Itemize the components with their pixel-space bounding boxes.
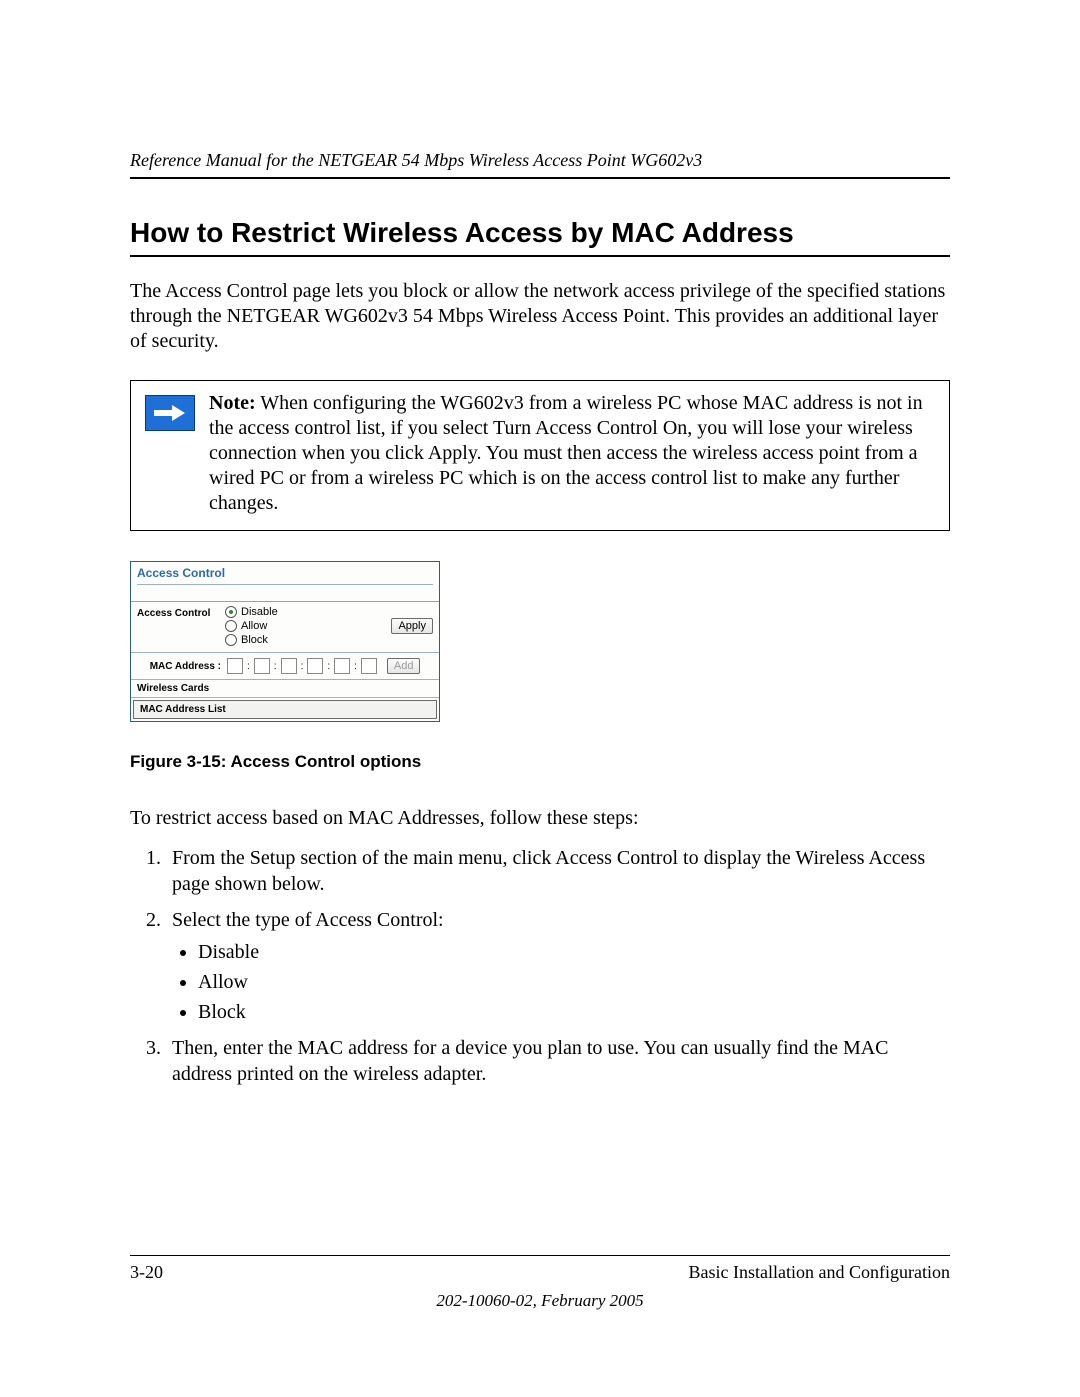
radio-disable[interactable]: Disable [225,606,373,618]
panel-title: Access Control [131,562,439,602]
mac-octet-4[interactable] [307,658,323,674]
radio-disable-label: Disable [241,606,278,618]
doc-id: 202-10060-02, February 2005 [130,1291,950,1311]
note-label: Note: [209,392,256,414]
step-2: Select the type of Access Control: Disab… [166,907,950,1025]
wireless-cards-header: Wireless Cards [131,680,439,698]
arrow-right-icon [145,395,195,431]
footer-section: Basic Installation and Configuration [689,1262,950,1283]
section-title: How to Restrict Wireless Access by MAC A… [130,217,950,257]
note-body: When configuring the WG602v3 from a wire… [209,392,923,514]
step-2-options: Disable Allow Block [172,939,950,1025]
access-control-panel: Access Control Access Control Disable Al… [130,561,440,722]
step-1: From the Setup section of the main menu,… [166,845,950,897]
option-allow: Allow [198,969,950,995]
page-number: 3-20 [130,1262,163,1283]
radio-allow[interactable]: Allow [225,620,373,632]
step-3: Then, enter the MAC address for a device… [166,1035,950,1087]
option-disable: Disable [198,939,950,965]
mac-octet-2[interactable] [254,658,270,674]
note-box: Note: When configuring the WG602v3 from … [130,380,950,531]
step-2-text: Select the type of Access Control: [172,909,444,931]
panel-title-text: Access Control [137,566,225,580]
mac-octet-3[interactable] [281,658,297,674]
mac-octet-5[interactable] [334,658,350,674]
figure-caption: Figure 3-15: Access Control options [130,752,950,772]
option-block: Block [198,999,950,1025]
note-text: Note: When configuring the WG602v3 from … [209,391,935,516]
mac-address-list-header: MAC Address List [133,700,437,719]
apply-button[interactable]: Apply [391,618,433,634]
mac-octet-6[interactable] [361,658,377,674]
intro-paragraph: The Access Control page lets you block o… [130,279,950,354]
page-footer: 3-20 Basic Installation and Configuratio… [130,1255,950,1311]
steps-list: From the Setup section of the main menu,… [130,845,950,1087]
access-control-label: Access Control [137,606,225,646]
add-button[interactable]: Add [387,658,421,674]
mac-address-label: MAC Address : [137,661,223,672]
running-head: Reference Manual for the NETGEAR 54 Mbps… [130,150,950,179]
radio-block[interactable]: Block [225,634,373,646]
radio-block-label: Block [241,634,268,646]
mac-octet-1[interactable] [227,658,243,674]
steps-intro: To restrict access based on MAC Addresse… [130,806,950,831]
radio-allow-label: Allow [241,620,267,632]
